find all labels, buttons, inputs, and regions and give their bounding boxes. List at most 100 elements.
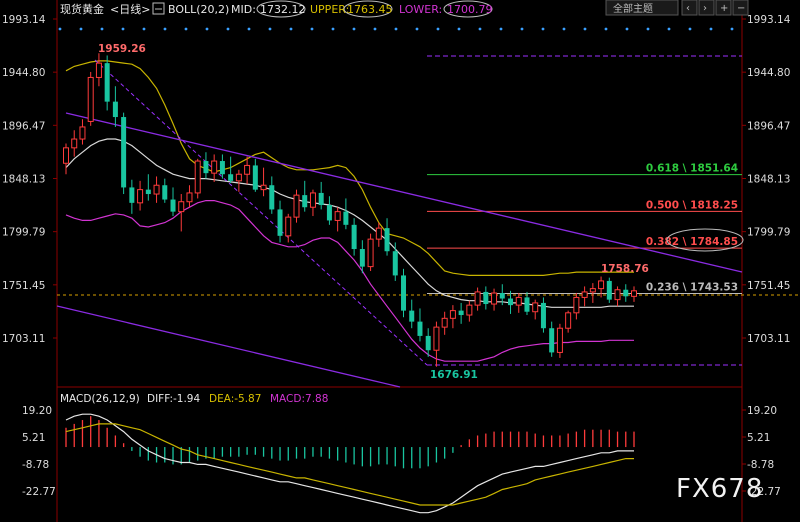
date-dot <box>331 27 335 31</box>
candle-body-up <box>614 289 621 301</box>
candle-body-up <box>309 192 316 208</box>
mid-value: 1732.12 <box>260 3 306 16</box>
date-dot <box>604 27 608 31</box>
gold-daily-chart[interactable]: 现货黄金 <日线> BOLL(20,2) MID: 1732.12 UPPER:… <box>0 0 800 522</box>
candle-body-up <box>211 160 218 174</box>
candle-body-down <box>384 228 390 252</box>
candle-body-down <box>425 335 431 351</box>
date-dot <box>205 27 209 31</box>
macd-dea: DEA:-5.87 <box>209 393 261 405</box>
candle-body-up <box>631 290 637 297</box>
candle-body-down <box>121 117 127 188</box>
date-dot <box>310 27 314 31</box>
price-tick-left: 1944.80 <box>2 67 45 79</box>
lower-value: 1700.79 <box>447 3 493 16</box>
macd-header: MACD(26,12,9) DIFF:-1.94 DEA:-5.87 MACD:… <box>60 393 328 405</box>
candle-body-up <box>186 192 193 203</box>
candle-body-down <box>104 63 110 102</box>
date-dot <box>289 27 293 31</box>
candle-body-down <box>318 192 324 206</box>
fib-level-label: 0.618 \ 1851.64 <box>646 163 738 175</box>
macd-tick-left: 19.20 <box>22 405 52 417</box>
symbol-name: 现货黄金 <box>60 2 104 16</box>
candle-body-up <box>79 126 86 140</box>
candle-body-up <box>334 211 341 221</box>
candle-body-up <box>71 138 78 149</box>
date-dot <box>58 27 62 31</box>
candle-body-down <box>112 101 118 118</box>
date-dot <box>394 27 398 31</box>
price-tick-right: 1993.14 <box>747 14 791 26</box>
date-dot <box>646 27 650 31</box>
candle-body-up <box>532 302 539 313</box>
candle-body-up <box>194 160 201 194</box>
candle-body-down <box>351 224 357 250</box>
date-dot <box>100 27 104 31</box>
high-annotation: 1959.26 <box>98 43 146 55</box>
candle-body-up <box>598 280 605 290</box>
candle-body-down <box>277 209 283 236</box>
candle-body-down <box>359 249 365 267</box>
date-dot <box>226 27 230 31</box>
boll-label: BOLL(20,2) <box>168 3 229 16</box>
candle-body-up <box>375 227 382 240</box>
candle-body-up <box>137 189 144 204</box>
candle-body-down <box>392 251 398 276</box>
candle-body-down <box>326 205 332 221</box>
macd-tick-left: -8.78 <box>22 459 49 471</box>
watermark-logo: FX678 <box>676 474 763 504</box>
candle-body-up <box>565 312 572 329</box>
candle-body-up <box>491 292 498 305</box>
candle-body-up <box>178 201 185 213</box>
candle-body-up <box>589 288 596 293</box>
candle-body-up <box>474 291 481 306</box>
date-dot <box>142 27 146 31</box>
chevron-left-icon: ‹ <box>686 3 690 14</box>
upper-label: UPPER: <box>310 3 349 16</box>
price-tick-right: 1703.11 <box>747 333 790 345</box>
candle-body-down <box>606 280 612 300</box>
candle-body-down <box>499 293 505 299</box>
price-tick-left: 1703.11 <box>2 333 45 345</box>
candle-body-down <box>458 310 464 316</box>
macd-tick-right: 5.21 <box>747 432 770 444</box>
date-dot <box>247 27 251 31</box>
candle-body-down <box>623 289 629 297</box>
price-tick-left: 1896.47 <box>2 120 45 132</box>
candle-body-up <box>466 304 473 316</box>
date-dot <box>730 27 734 31</box>
chevron-right-icon: › <box>703 3 707 14</box>
price-tick-left: 1993.14 <box>2 14 46 26</box>
candle-body-up <box>285 216 292 237</box>
candle-body-down <box>540 302 546 329</box>
price-tick-right: 1848.13 <box>747 173 790 185</box>
price-tick-right: 1944.80 <box>747 67 790 79</box>
fib-level-label: 0.500 \ 1818.25 <box>646 199 738 211</box>
candle-body-up <box>260 184 267 191</box>
candle-body-up <box>556 327 563 353</box>
date-dot <box>352 27 356 31</box>
date-dot <box>562 27 566 31</box>
candle-body-up <box>581 291 588 298</box>
upper-value: 1763.45 <box>347 3 393 16</box>
price-tick-right: 1751.45 <box>747 280 790 292</box>
date-dot <box>457 27 461 31</box>
date-dot <box>79 27 83 31</box>
candle-body-up <box>441 317 448 328</box>
candle-body-down <box>417 321 423 336</box>
macd-tick-left: -22.77 <box>22 486 56 498</box>
date-dot <box>709 27 713 31</box>
candle-body-down <box>524 297 530 312</box>
candle-body-up <box>244 164 251 175</box>
candle-body-down <box>129 187 135 203</box>
price-tick-right: 1799.79 <box>747 227 790 239</box>
date-dot <box>268 27 272 31</box>
price-tick-left: 1848.13 <box>2 173 45 185</box>
candle-body-down <box>409 310 415 322</box>
date-dot <box>667 27 671 31</box>
candle-body-down <box>549 328 555 353</box>
date-dot <box>121 27 125 31</box>
all-themes-label: 全部主题 <box>613 2 653 15</box>
price-tick-left: 1751.45 <box>2 280 45 292</box>
candle-body-down <box>170 199 176 212</box>
